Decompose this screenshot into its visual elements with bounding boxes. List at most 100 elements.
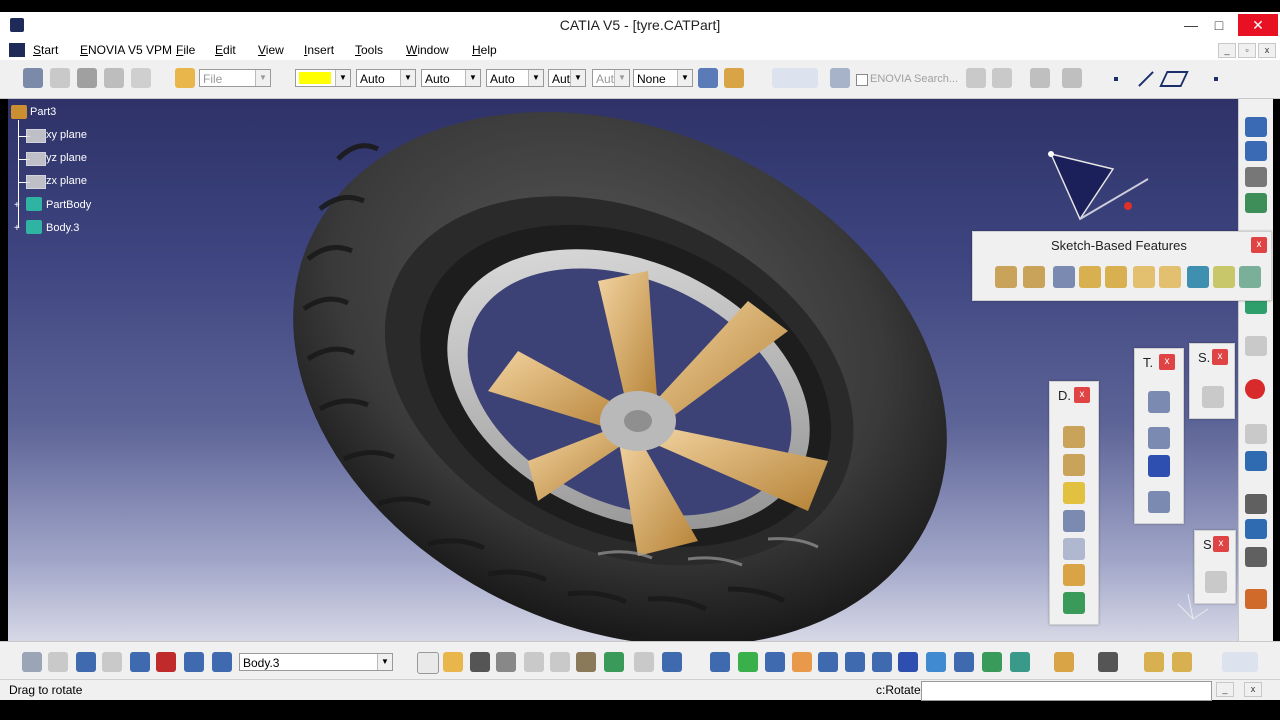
rib-icon[interactable] — [1133, 266, 1155, 288]
status-minimize-button[interactable]: _ — [1216, 682, 1234, 697]
plane-icon[interactable] — [1159, 71, 1189, 87]
thread-icon[interactable] — [1063, 564, 1085, 586]
rotate-icon[interactable] — [792, 652, 812, 672]
compass-icon[interactable] — [1048, 151, 1149, 221]
open-body-icon[interactable] — [1245, 494, 1267, 514]
point-icon[interactable] — [1214, 77, 1218, 81]
enovia-link-icon[interactable] — [830, 68, 850, 88]
iso-view-icon[interactable] — [898, 652, 918, 672]
mirror-icon[interactable] — [1148, 427, 1170, 449]
new-icon[interactable] — [50, 68, 70, 88]
enovia-tree-icon[interactable] — [966, 68, 986, 88]
fillet-icon[interactable] — [1063, 426, 1085, 448]
shield-icon[interactable] — [1245, 519, 1267, 539]
properties-icon[interactable] — [23, 68, 43, 88]
copy-icon[interactable] — [550, 652, 570, 672]
remove-face-icon[interactable] — [1063, 592, 1085, 614]
help-icon[interactable] — [662, 652, 682, 672]
list-icon[interactable] — [184, 652, 204, 672]
minimize-button[interactable]: — — [1176, 14, 1206, 36]
close-icon[interactable]: x — [1212, 349, 1228, 365]
stack-icon[interactable] — [1245, 193, 1267, 213]
zoom-in-icon[interactable] — [818, 652, 838, 672]
draft-analysis-icon[interactable] — [1172, 652, 1192, 672]
translation-icon[interactable] — [1148, 391, 1170, 413]
pocket-icon[interactable] — [1023, 266, 1045, 288]
hide-show-icon[interactable] — [982, 652, 1002, 672]
line-icon[interactable] — [1138, 71, 1154, 87]
painter-icon[interactable] — [698, 68, 718, 88]
status-close-button[interactable]: x — [1244, 682, 1262, 697]
expand-icon[interactable]: + — [14, 200, 20, 211]
tree-item-zx-plane[interactable]: zx plane — [46, 175, 87, 187]
mdi-restore-button[interactable]: ▫ — [1238, 43, 1256, 58]
fit-all-icon[interactable] — [738, 652, 758, 672]
slot-icon[interactable] — [1159, 266, 1181, 288]
enovia-doc-icon[interactable] — [992, 68, 1012, 88]
menu-help[interactable]: Help — [472, 43, 497, 57]
zoom-out-icon[interactable] — [845, 652, 865, 672]
menu-tools[interactable]: Tools — [355, 43, 383, 57]
fly-mode-icon[interactable] — [710, 652, 730, 672]
render-icon[interactable] — [1245, 589, 1267, 609]
table-icon[interactable] — [1245, 424, 1267, 444]
tree-item-yz-plane[interactable]: yz plane — [46, 152, 87, 164]
cancel-icon[interactable] — [1245, 379, 1265, 399]
refresh-icon[interactable] — [1030, 68, 1050, 88]
thickness-combo[interactable]: Auto ▼ — [421, 69, 481, 87]
layer-combo[interactable]: Aut ▼ — [548, 69, 586, 87]
file-combo[interactable]: File ▼ — [199, 69, 271, 87]
menu-file[interactable]: File — [176, 43, 195, 57]
save-management-icon[interactable] — [77, 68, 97, 88]
menu-insert[interactable]: Insert — [304, 43, 334, 57]
linetype-combo[interactable]: Auto ▼ — [356, 69, 416, 87]
enovia-logo-icon[interactable] — [772, 68, 818, 88]
shell-icon[interactable] — [1063, 510, 1085, 532]
catalog-icon[interactable] — [131, 68, 151, 88]
cut-icon[interactable] — [524, 652, 544, 672]
paste-icon[interactable] — [576, 652, 596, 672]
expand-icon[interactable]: + — [14, 223, 20, 234]
enovia-search-label[interactable]: ENOVIA Search... — [870, 73, 958, 85]
mdi-close-button[interactable]: x — [1258, 43, 1276, 58]
hand-icon[interactable] — [48, 652, 68, 672]
sketcher-icon[interactable] — [1245, 117, 1267, 137]
body-combo[interactable]: Body.3 ▼ — [239, 653, 393, 671]
menu-window[interactable]: Window — [406, 43, 449, 57]
pad-icon[interactable] — [995, 266, 1017, 288]
measure-icon[interactable] — [102, 652, 122, 672]
pattern-icon[interactable] — [1148, 455, 1170, 477]
remove-loft-icon[interactable] — [1239, 266, 1261, 288]
tree-item-partbody[interactable]: PartBody — [46, 199, 91, 211]
draft-icon[interactable] — [1063, 482, 1085, 504]
maximize-button[interactable]: □ — [1204, 14, 1234, 36]
scaling-icon[interactable] — [1148, 491, 1170, 513]
menu-enovia[interactable]: ENOVIA V5 VPM — [80, 43, 172, 57]
open-folder-icon[interactable] — [175, 68, 195, 88]
point-icon[interactable] — [1114, 77, 1118, 81]
knowledge-icon[interactable] — [1098, 652, 1118, 672]
menu-start[interactable]: Start — [33, 43, 58, 57]
publish-icon[interactable] — [1245, 547, 1267, 567]
position-sketch-icon[interactable] — [1245, 167, 1267, 187]
render-combo[interactable]: None ▼ — [633, 69, 693, 87]
swap-visible-icon[interactable] — [1010, 652, 1030, 672]
new-icon[interactable] — [417, 652, 439, 674]
stiffener-icon[interactable] — [1187, 266, 1209, 288]
undo-icon[interactable] — [604, 652, 624, 672]
command-input[interactable] — [921, 681, 1212, 701]
select-arrow-icon[interactable] — [1245, 336, 1267, 356]
link-icon[interactable] — [104, 68, 124, 88]
chamfer-icon[interactable] — [1063, 454, 1085, 476]
close-icon[interactable]: x — [1159, 354, 1175, 370]
close-button[interactable]: ✕ — [1238, 14, 1278, 36]
redo-icon[interactable] — [634, 652, 654, 672]
point-style-combo[interactable]: Auto ▼ — [486, 69, 544, 87]
color-combo[interactable]: ▼ — [295, 69, 351, 87]
analysis-icon[interactable] — [1144, 652, 1164, 672]
graphic-properties-icon[interactable] — [724, 68, 744, 88]
save-icon[interactable] — [470, 652, 490, 672]
material-icon[interactable] — [1054, 652, 1074, 672]
plane-icon[interactable] — [212, 652, 232, 672]
quick-view-icon[interactable] — [926, 652, 946, 672]
